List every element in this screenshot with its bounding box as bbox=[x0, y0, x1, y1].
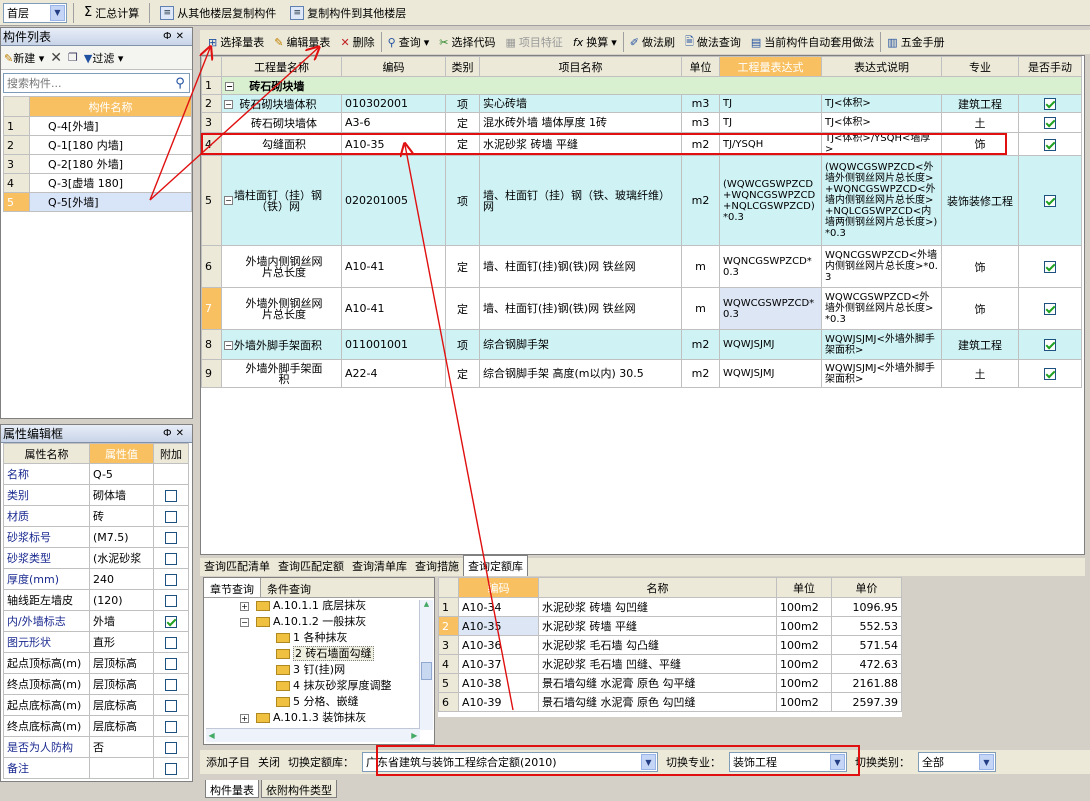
annotation-arrows bbox=[149, 0, 514, 711]
arrow-to-select-qty bbox=[149, 48, 210, 201]
arrow-to-row bbox=[405, 145, 514, 711]
arrow-to-edit-qty bbox=[149, 48, 318, 201]
